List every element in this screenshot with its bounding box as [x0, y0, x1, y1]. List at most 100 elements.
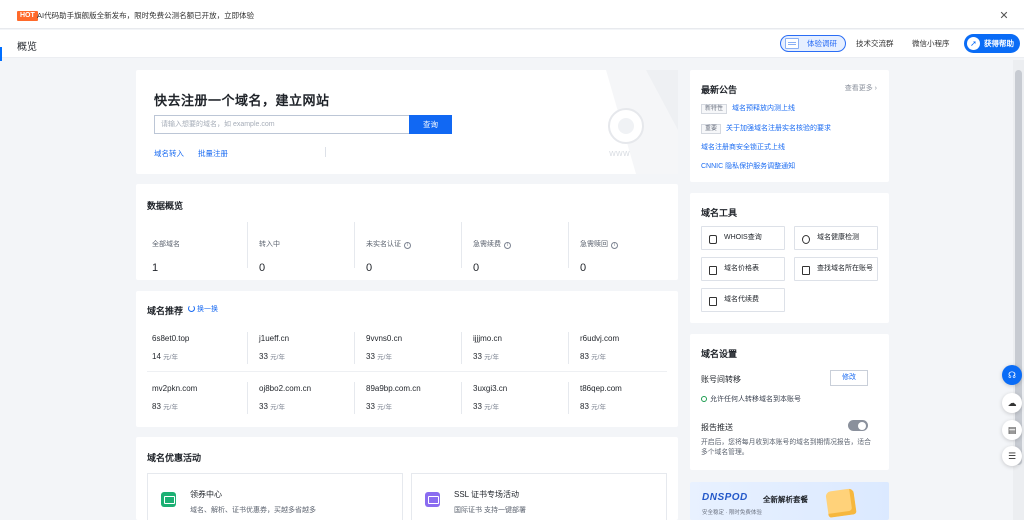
announcement-item[interactable]: 域名注册商安全锁正式上线	[701, 142, 785, 152]
domain-price: 33 元/年	[473, 401, 499, 411]
stat-redeem-urgent[interactable]: 急需赎回 i 0	[569, 226, 675, 280]
price-unit: 元/年	[270, 354, 285, 361]
certificate-icon	[425, 492, 440, 507]
info-icon[interactable]: i	[611, 242, 618, 249]
stat-transferring[interactable]: 转入中 0	[248, 226, 354, 280]
domain-price: 33 元/年	[473, 351, 499, 361]
price-unit: 元/年	[163, 354, 178, 361]
info-icon[interactable]: i	[504, 242, 511, 249]
price-value: 33	[259, 352, 268, 361]
recommend-item[interactable]: 6s8et0.top 14 元/年	[141, 334, 247, 384]
gift-icon	[825, 488, 857, 518]
stat-unverified[interactable]: 未实名认证 i 0	[355, 226, 461, 280]
price-unit: 元/年	[484, 404, 499, 411]
bulk-register-link[interactable]: 批量注册	[198, 148, 228, 159]
decorative-illustration: WWW	[576, 70, 678, 174]
report-desc: 开启后，您将每月收到本账号的域名到期情况报告，适合多个域名管理。	[701, 439, 871, 456]
announcement-item[interactable]: 新特性 域名预释放内测上线	[701, 103, 795, 114]
recommend-card: 域名推荐 换一换 6s8et0.top 14 元/年 j1ueff.cn 33 …	[136, 291, 678, 427]
sidebar-edge-marker	[0, 47, 2, 61]
announcement-text: 域名注册商安全锁正式上线	[701, 144, 785, 151]
page-title: 概览	[17, 42, 37, 53]
recommend-item[interactable]: r6udvj.com 83 元/年	[569, 334, 675, 384]
recommend-item[interactable]: oj8bo2.com.cn 33 元/年	[248, 384, 354, 434]
tool-label: 域名代续费	[724, 296, 759, 303]
survey-button[interactable]: 体验调研	[780, 35, 846, 52]
book-icon[interactable]: ▤	[1002, 420, 1022, 440]
refresh-button[interactable]: 换一换	[188, 304, 218, 314]
dnspod-logo: DNSPOD	[702, 492, 748, 503]
transfer-note-text: 允许任何人转移域名到本账号	[710, 396, 801, 403]
stat-label: 急需赎回	[580, 241, 608, 248]
promotions-title: 域名优惠活动	[147, 453, 202, 463]
recommend-item[interactable]: 89a9bp.com.cn 33 元/年	[355, 384, 461, 434]
help-button[interactable]: ➚ 获得帮助	[964, 34, 1020, 53]
promo-title: 领券中心	[190, 490, 222, 499]
settings-card: 域名设置 账号间转移 修改 允许任何人转移域名到本账号 报告推送 开启后，您将每…	[690, 334, 889, 470]
stat-value: 1	[152, 262, 159, 274]
report-setting-title: 报告推送	[701, 423, 733, 432]
mini-program-link[interactable]: 微信小程序	[912, 30, 950, 57]
register-card: WWW 快去注册一个域名，建立网站 请输入想要的域名，如 example.com…	[136, 70, 678, 174]
recommend-item[interactable]: t86qep.com 83 元/年	[569, 384, 675, 434]
tool-label: WHOIS查询	[724, 234, 762, 241]
announcements-title: 最新公告	[701, 85, 738, 95]
price-unit: 元/年	[377, 354, 392, 361]
dnspod-promo-banner[interactable]: DNSPOD 全新解析套餐 安全稳定 · 限时免费体验	[690, 482, 889, 520]
health-check-button[interactable]: 域名健康检测	[794, 226, 878, 250]
domain-name: mv2pkn.com	[152, 384, 198, 393]
banner-link[interactable]: AI代码助手旗舰版全新发布，限时免费公测名额已开放，立即体验	[37, 11, 254, 21]
announcement-item[interactable]: CNNIC 隐私保护服务调整通知	[701, 161, 795, 171]
price-list-button[interactable]: 域名价格表	[701, 257, 785, 281]
tech-group-link[interactable]: 技术交流群	[856, 30, 894, 57]
recommend-item[interactable]: ijjjmo.cn 33 元/年	[462, 334, 568, 384]
promo-ssl[interactable]: SSL 证书专场活动 国际证书 支持一键部署	[411, 473, 667, 520]
domain-price: 83 元/年	[580, 401, 606, 411]
find-account-button[interactable]: 查找域名所在账号	[794, 257, 878, 281]
stat-value: 0	[473, 262, 480, 274]
health-check-icon	[802, 235, 810, 244]
domain-name: 6s8et0.top	[152, 334, 190, 343]
edit-button[interactable]: 修改	[830, 370, 868, 386]
status-icon	[701, 396, 707, 402]
close-icon[interactable]: ✕	[998, 10, 1010, 22]
stat-label-wrap: 急需续费 i	[473, 239, 511, 249]
price-value: 33	[366, 402, 375, 411]
recommend-item[interactable]: 3uxgi3.cn 33 元/年	[462, 384, 568, 434]
transfer-in-link[interactable]: 域名转入	[154, 148, 184, 159]
recommend-item[interactable]: 9vvns0.cn 33 元/年	[355, 334, 461, 384]
tool-label: 域名价格表	[724, 265, 759, 272]
view-more-link[interactable]: 查看更多 ›	[845, 83, 877, 93]
domain-name: t86qep.com	[580, 384, 622, 393]
report-toggle[interactable]	[848, 420, 868, 431]
list-icon[interactable]: ☰	[1002, 446, 1022, 466]
renew-button[interactable]: 域名代续费	[701, 288, 785, 312]
whois-query-button[interactable]: WHOIS查询	[701, 226, 785, 250]
stat-label-wrap: 未实名认证 i	[366, 239, 411, 249]
domain-price: 33 元/年	[366, 401, 392, 411]
info-icon[interactable]: i	[404, 242, 411, 249]
search-button[interactable]: 查询	[409, 115, 452, 134]
stat-label: 全部域名	[152, 241, 180, 248]
price-value: 33	[366, 352, 375, 361]
stat-label: 未实名认证	[366, 241, 401, 248]
recommend-item[interactable]: mv2pkn.com 83 元/年	[141, 384, 247, 434]
cloud-icon[interactable]: ☁	[1002, 393, 1022, 413]
domain-search-input[interactable]: 请输入想要的域名，如 example.com	[154, 115, 409, 134]
search-icon	[709, 235, 717, 244]
headset-icon[interactable]: ☊	[1002, 365, 1022, 385]
stat-renew-urgent[interactable]: 急需续费 i 0	[462, 226, 568, 280]
price-unit: 元/年	[591, 404, 606, 411]
stat-value: 0	[259, 262, 266, 274]
price-value: 33	[473, 402, 482, 411]
promo-coupon-center[interactable]: 领券中心 域名、解析、证书优惠券，买越多省越多	[147, 473, 403, 520]
tools-title: 域名工具	[701, 208, 738, 218]
announcement-item[interactable]: 重要 关于加强域名注册实名核验的要求	[701, 123, 831, 134]
stat-all-domains[interactable]: 全部域名 1	[141, 226, 247, 280]
dnspod-title: 全新解析套餐	[763, 495, 808, 504]
settings-title: 域名设置	[701, 349, 738, 359]
renew-icon	[709, 297, 717, 306]
price-value: 14	[152, 352, 161, 361]
announcement-text: CNNIC 隐私保护服务调整通知	[701, 163, 796, 170]
recommend-item[interactable]: j1ueff.cn 33 元/年	[248, 334, 354, 384]
